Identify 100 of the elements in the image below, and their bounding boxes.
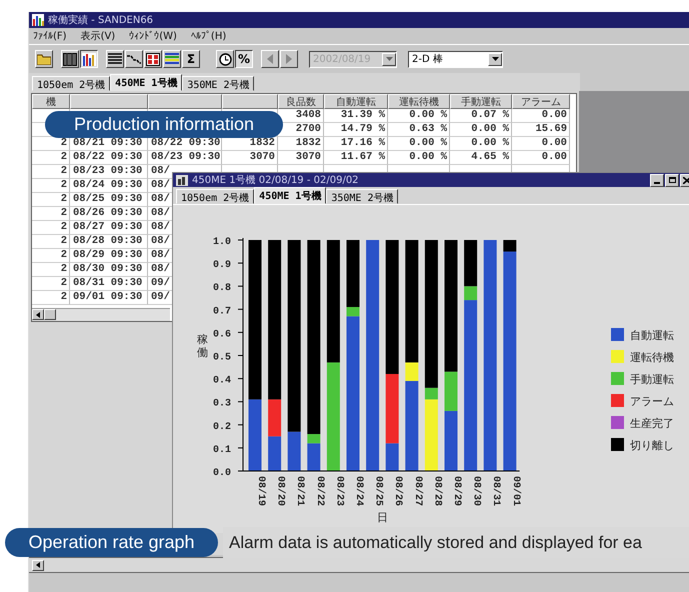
axis-tick-label: 08/21 (294, 476, 306, 506)
table-cell: 0.00 (512, 109, 570, 123)
table-cell: 2 (32, 249, 70, 263)
axis-tick-label: 08/24 (353, 476, 364, 506)
callout-label: Operation rate graph (5, 528, 218, 557)
table-cell: 08/30 09:30 (70, 263, 148, 277)
axis-tick-label: 0.3 (212, 398, 231, 410)
column-header[interactable]: 運転待機 (388, 94, 450, 109)
open-folder-button[interactable] (35, 50, 53, 68)
table-cell: 2 (32, 277, 70, 291)
axis-tick-label: 08/31 (490, 476, 502, 506)
table-cell: 2 (32, 263, 70, 277)
axis-tick-label: 0.5 (212, 352, 231, 364)
table-cell: 2 (32, 235, 70, 249)
axis-tick-label: 08/25 (372, 476, 384, 506)
column-header[interactable]: 手動運転 (450, 94, 512, 109)
tab[interactable]: 350ME 2号機 (326, 189, 398, 204)
menu-item[interactable]: ｳｨﾝﾄﾞｳ(W) (129, 30, 177, 42)
table-cell: 0.00 % (450, 123, 512, 137)
table-cell: 11.67 % (324, 151, 388, 165)
column-header[interactable] (70, 94, 148, 109)
horizontal-scrollbar[interactable] (32, 308, 170, 321)
legend-label: 運転待機 (630, 351, 674, 364)
minimize-button[interactable] (650, 174, 664, 186)
tab[interactable]: 1050em 2号機 (176, 189, 254, 204)
clock-button[interactable] (216, 50, 234, 68)
table-cell: 0.00 % (450, 137, 512, 151)
table-cell: 09/01 09:30 (70, 291, 148, 305)
menu-item[interactable]: 表示(V) (80, 29, 116, 43)
chart-type-dropdown[interactable]: 2-D 棒 (408, 50, 503, 68)
table-cell: 2 (32, 165, 70, 179)
bar-chart-icon (32, 14, 44, 26)
table-cell: 08/28 09:30 (70, 235, 148, 249)
horizontal-scrollbar[interactable] (29, 557, 689, 573)
legend-label: 手動運転 (630, 373, 674, 386)
axis-tick-label: 08/30 (470, 476, 482, 506)
scroll-left-button[interactable] (32, 309, 44, 320)
bar (268, 436, 282, 471)
table-cell: 2 (32, 151, 70, 165)
column-header[interactable]: アラーム (512, 94, 570, 109)
table-cell: 0.00 % (388, 137, 450, 151)
menu-item[interactable]: ﾌｧｲﾙ(F) (33, 30, 67, 42)
tab[interactable]: 1050em 2号機 (32, 76, 110, 91)
table-cell: 15.69 (512, 123, 570, 137)
table-cell: 4.65 % (450, 151, 512, 165)
table-cell: 08/27 09:30 (70, 221, 148, 235)
table-cell: 0.00 % (388, 151, 450, 165)
table-cell: 2 (32, 179, 70, 193)
color-bars-button[interactable] (163, 50, 181, 68)
table-view-button[interactable] (61, 50, 79, 68)
tab[interactable]: 350ME 2号機 (182, 76, 254, 91)
axis-tick-label: 08/28 (431, 476, 442, 506)
scroll-left-button[interactable] (32, 560, 44, 570)
tab[interactable]: 450ME 1号機 (254, 187, 326, 204)
tab[interactable]: 450ME 1号機 (110, 74, 182, 91)
table-cell: 31.39 % (324, 109, 388, 123)
table-cell: 0.63 % (388, 123, 450, 137)
axis-tick-label: 08/22 (314, 476, 325, 506)
axis-tick-label: 0.6 (212, 329, 231, 340)
table-cell: 08/31 09:30 (70, 277, 148, 291)
table-cell: 2 (32, 193, 70, 207)
percent-button[interactable]: % (235, 50, 253, 68)
menu-item[interactable]: ﾍﾙﾌﾟ(H) (190, 30, 226, 42)
column-header[interactable]: 自動運転 (324, 94, 388, 109)
table-cell: 08/22 09:30 (70, 151, 148, 165)
left-triangle-icon (265, 54, 275, 64)
axis-tick-label: 08/26 (392, 476, 404, 506)
column-header[interactable] (148, 94, 222, 109)
grid-button[interactable] (144, 50, 162, 68)
caret-icon (386, 57, 392, 61)
sum-button[interactable]: Σ (182, 50, 200, 68)
axis-tick-label: 08/23 (333, 476, 344, 506)
left-arrow-icon (36, 312, 40, 318)
table-cell: 08/26 09:30 (70, 207, 148, 221)
column-header[interactable]: 良品数 (278, 94, 324, 109)
table-cell: 1832 (278, 137, 324, 151)
column-header[interactable] (222, 94, 278, 109)
maximize-button[interactable] (665, 174, 679, 186)
window-title: 稼働実績 - SANDEN66 (48, 14, 154, 27)
left-arrow-icon (36, 562, 40, 568)
list-button[interactable] (106, 50, 124, 68)
right-triangle-icon (284, 54, 294, 64)
x-axis-label: 日 (376, 511, 388, 524)
axis-tick-label: 0.2 (212, 422, 231, 433)
table-cell: 3070 (278, 151, 324, 165)
axis-tick-label: 08/19 (255, 476, 266, 506)
line-chart-button[interactable] (125, 50, 143, 68)
scrollbar-thumb[interactable] (44, 309, 56, 320)
axis-tick-label: 08/27 (412, 476, 423, 506)
table-cell: 08/29 09:30 (70, 249, 148, 263)
caret-icon (492, 57, 498, 61)
chart-view-button[interactable] (80, 50, 98, 68)
table-cell: 08/24 09:30 (70, 179, 148, 193)
table-cell: 08/25 09:30 (70, 193, 148, 207)
table-cell: 3070 (222, 151, 278, 165)
legend-label: アラーム (630, 395, 674, 408)
axis-tick-label: 0.0 (212, 468, 231, 479)
column-header[interactable]: 機 (32, 94, 70, 109)
callout-label: Production information (45, 111, 283, 138)
table-cell: 17.16 % (324, 137, 388, 151)
